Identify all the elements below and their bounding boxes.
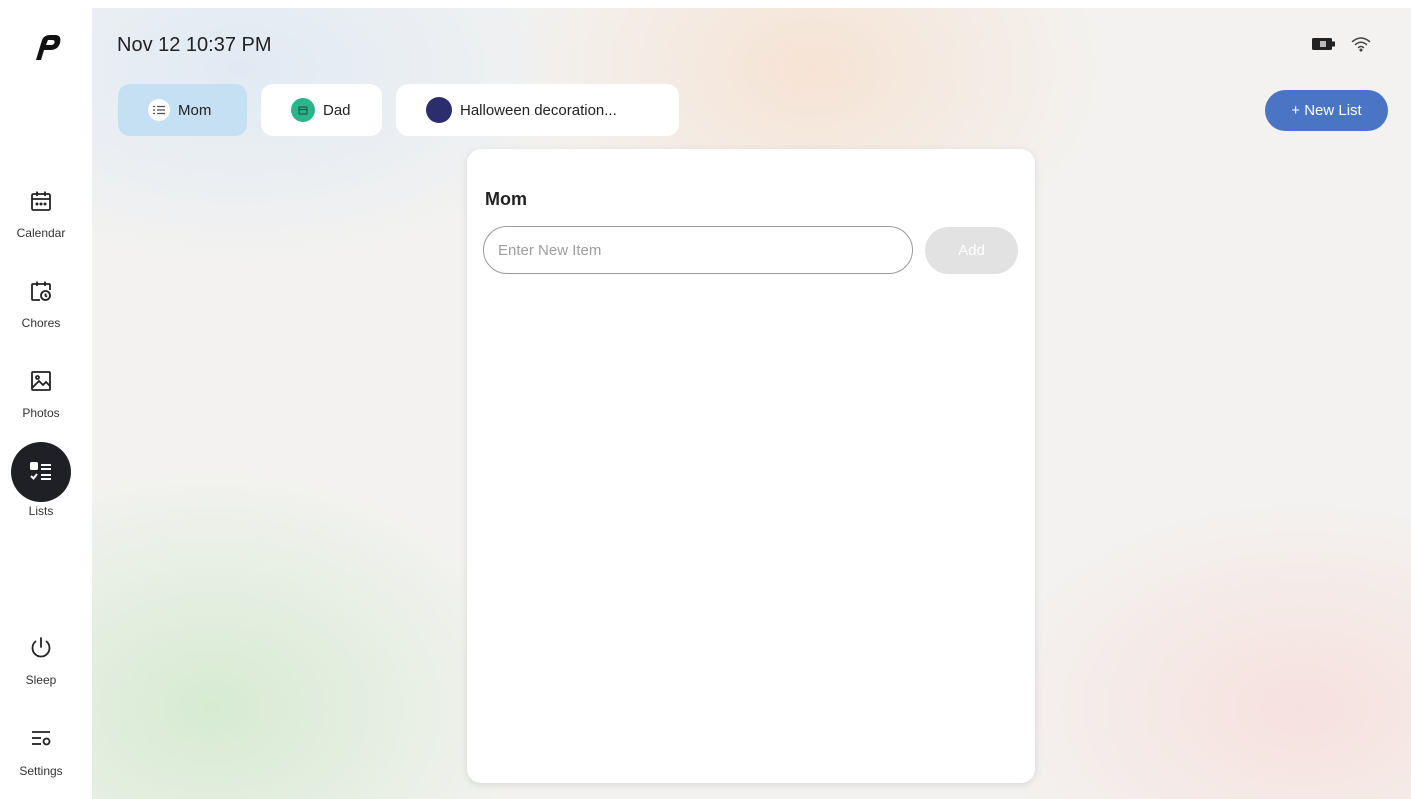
color-dot [426,97,452,123]
calendar-small-icon [291,98,315,122]
calendar-icon [26,186,56,216]
brand-logo[interactable] [26,30,66,64]
tab-label: Mom [178,101,212,119]
tab-halloween-decorations[interactable]: Halloween decoration... [396,84,679,136]
tab-mom[interactable]: Mom [118,84,247,136]
list-panel: Mom Add [467,149,1035,783]
sidebar-item-label: Lists [28,504,54,518]
sidebar-item-chores[interactable]: Chores [0,276,82,330]
sidebar-item-lists[interactable]: Lists [0,442,82,518]
chores-icon [26,276,56,306]
main-area: Nov 12 10:37 PM Mom Dad Halloween decora… [92,8,1411,799]
wifi-icon [1351,36,1371,57]
sidebar-item-label: Chores [21,316,61,330]
lists-icon [11,442,71,502]
battery-icon [1311,37,1337,56]
sidebar-item-label: Calendar [16,226,66,240]
new-list-button[interactable]: + New List [1265,90,1388,131]
sidebar-item-photos[interactable]: Photos [0,366,82,420]
new-item-input[interactable] [483,226,913,274]
sidebar-item-calendar[interactable]: Calendar [0,186,82,240]
list-tabs: Mom Dad Halloween decoration... [118,84,679,136]
list-title: Mom [485,189,527,209]
sidebar-item-label: Settings [19,764,63,778]
power-icon [26,633,56,663]
status-icons [1311,36,1371,57]
add-item-button[interactable]: Add [925,227,1018,274]
sidebar-item-settings[interactable]: Settings [0,724,82,778]
sidebar-item-label: Sleep [25,673,57,687]
sidebar: Calendar Chores Photos Lists Sleep Setti… [0,0,92,799]
tab-label: Dad [323,101,351,119]
list-icon [148,99,170,121]
sidebar-item-sleep[interactable]: Sleep [0,633,82,687]
settings-icon [26,724,56,754]
tab-dad[interactable]: Dad [261,84,382,136]
datetime: Nov 12 10:37 PM [117,34,272,56]
photos-icon [26,366,56,396]
sidebar-item-label: Photos [22,406,60,420]
tab-label: Halloween decoration... [460,101,617,119]
